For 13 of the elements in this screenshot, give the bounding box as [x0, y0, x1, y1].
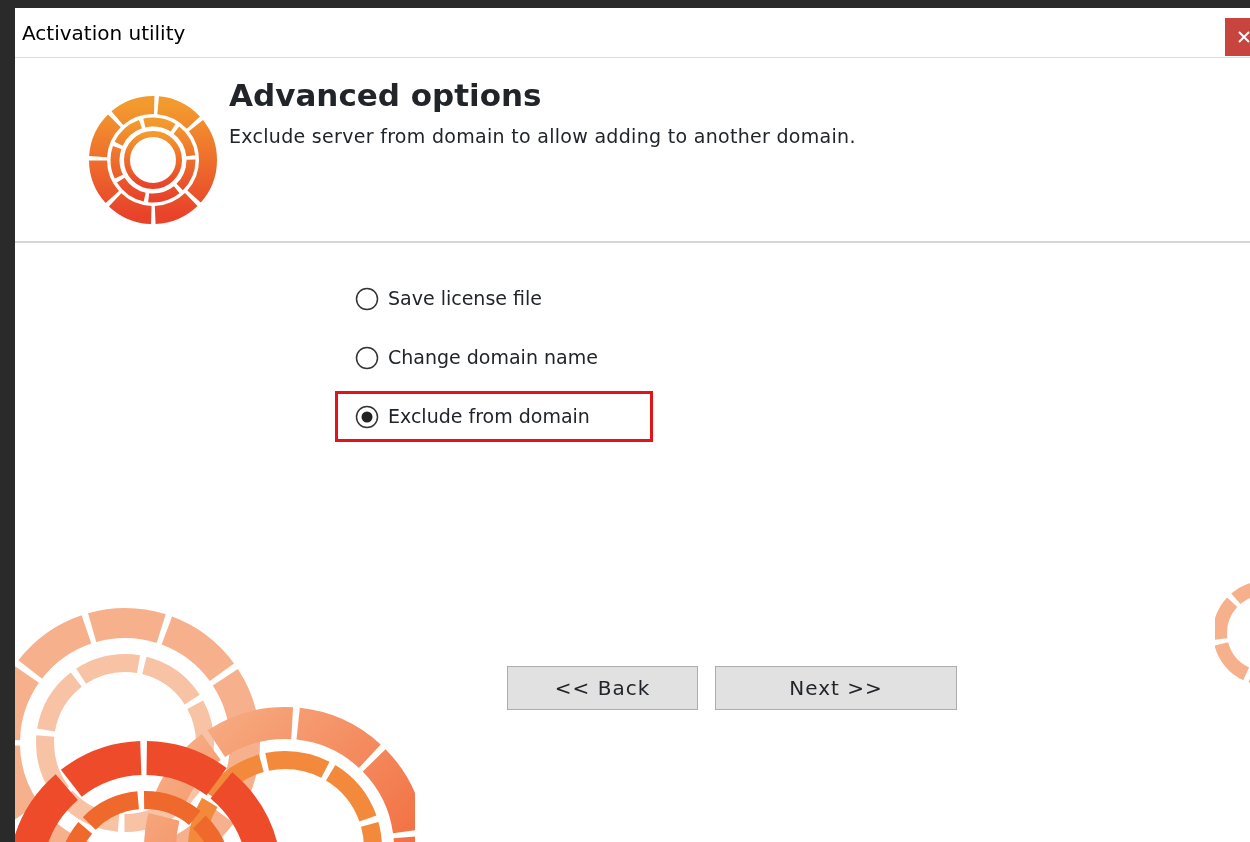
radio-button[interactable] [355, 404, 379, 429]
close-icon [1237, 30, 1250, 44]
page-subtitle: Exclude server from domain to allow adding to another domain. [229, 124, 856, 150]
radio-button[interactable] [355, 345, 379, 370]
option-label[interactable]: Exclude from domain [388, 402, 590, 431]
option-label[interactable]: Change domain name [388, 343, 598, 372]
page-title: Advanced options [229, 78, 543, 113]
next-button[interactable]: Next >> [715, 666, 957, 710]
radio-button[interactable] [355, 286, 379, 311]
back-button[interactable]: << Back [507, 666, 698, 710]
option-label[interactable]: Save license file [388, 284, 542, 313]
logo-icon [87, 94, 219, 226]
window-title: Activation utility [22, 19, 186, 47]
